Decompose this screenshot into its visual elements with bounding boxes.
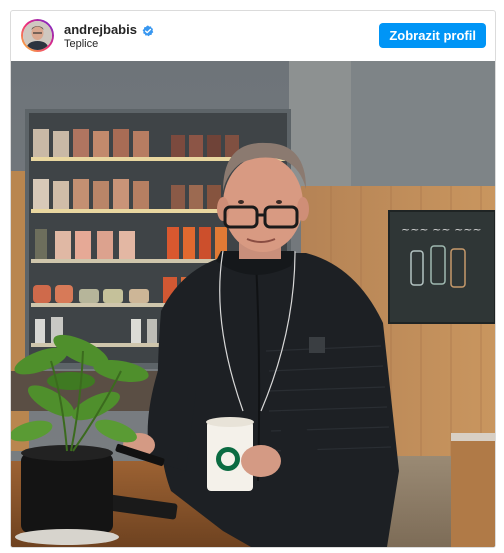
svg-text:~~~ ~~ ~~~: ~~~ ~~ ~~~ (401, 223, 482, 236)
avatar-image (23, 21, 52, 50)
profile-avatar[interactable] (21, 19, 54, 52)
photo-illustration: ~~~ ~~ ~~~ (11, 61, 495, 547)
verified-badge-icon (142, 24, 154, 36)
username-row: andrejbabis (64, 22, 154, 37)
instagram-post-card: andrejbabis Teplice Zobrazit profil ~~~ … (10, 10, 496, 548)
post-header: andrejbabis Teplice Zobrazit profil (11, 11, 495, 61)
username-link[interactable]: andrejbabis (64, 22, 137, 37)
view-profile-button[interactable]: Zobrazit profil (379, 23, 486, 48)
post-photo[interactable]: ~~~ ~~ ~~~ (11, 61, 495, 547)
location-link[interactable]: Teplice (64, 38, 98, 50)
